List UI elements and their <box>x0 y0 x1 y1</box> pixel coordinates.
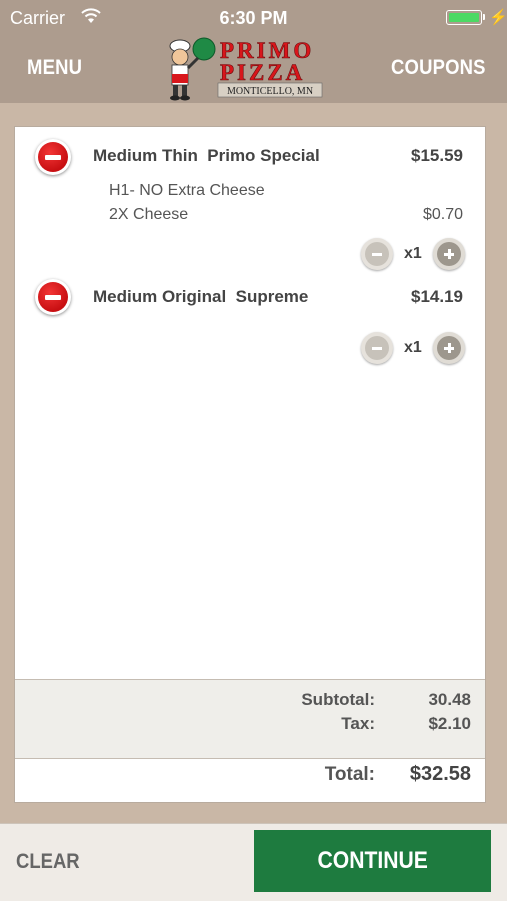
remove-icon <box>38 142 68 172</box>
logo-location: MONTICELLO, MN <box>227 86 313 97</box>
plus-icon <box>437 242 461 266</box>
continue-button[interactable]: CONTINUE <box>254 830 491 892</box>
quantity-label: x1 <box>404 245 422 262</box>
totals-summary: Subtotal: 30.48 Tax: $2.10 <box>15 679 485 759</box>
remove-item-button[interactable] <box>35 139 71 175</box>
battery-icon <box>446 10 482 25</box>
plus-icon <box>437 336 461 360</box>
total-value: $32.58 <box>409 763 471 785</box>
charging-bolt-icon: ⚡ <box>489 9 507 26</box>
menu-button[interactable]: MENU <box>27 56 82 80</box>
decrease-quantity-button[interactable] <box>361 332 393 364</box>
tax-label: Tax: <box>341 714 375 733</box>
item-name: Medium Original Supreme <box>93 287 309 306</box>
chef-mascot-icon <box>169 37 216 101</box>
continue-label: CONTINUE <box>317 847 428 874</box>
subtotal-value: 30.48 <box>428 690 471 709</box>
cart-panel: Medium Thin Primo Special $15.59 H1- NO … <box>14 126 486 803</box>
item-price: $15.59 <box>411 146 463 165</box>
nav-bar: MENU PRIMO PIZZA MONTICELLO, MN COUPONS <box>0 36 507 103</box>
remove-item-button[interactable] <box>35 279 71 315</box>
logo-text-pizza: PIZZA <box>220 60 305 85</box>
item-modifier: H1- NO Extra Cheese <box>109 182 265 199</box>
item-price: $14.19 <box>411 287 463 306</box>
tax-value: $2.10 <box>428 714 471 733</box>
clear-button[interactable]: CLEAR <box>16 850 80 874</box>
remove-icon <box>38 282 68 312</box>
increase-quantity-button[interactable] <box>433 238 465 270</box>
modifier-price: $0.70 <box>422 206 463 223</box>
minus-icon <box>365 242 389 266</box>
battery-tip <box>483 14 485 20</box>
coupons-button[interactable]: COUPONS <box>391 56 486 80</box>
clock: 6:30 PM <box>219 8 288 28</box>
subtotal-label: Subtotal: <box>301 690 375 709</box>
minus-icon <box>365 336 389 360</box>
primo-pizza-logo: PRIMO PIZZA MONTICELLO, MN <box>169 37 323 101</box>
total-label: Total: <box>324 764 375 785</box>
increase-quantity-button[interactable] <box>433 332 465 364</box>
bottom-action-bar: CLEAR CONTINUE <box>0 823 507 901</box>
decrease-quantity-button[interactable] <box>361 238 393 270</box>
item-name: Medium Thin Primo Special <box>93 146 320 165</box>
status-bar: Carrier 6:30 PM ⚡ <box>0 0 507 36</box>
item-modifier: 2X Cheese <box>109 206 189 223</box>
quantity-label: x1 <box>404 339 422 356</box>
